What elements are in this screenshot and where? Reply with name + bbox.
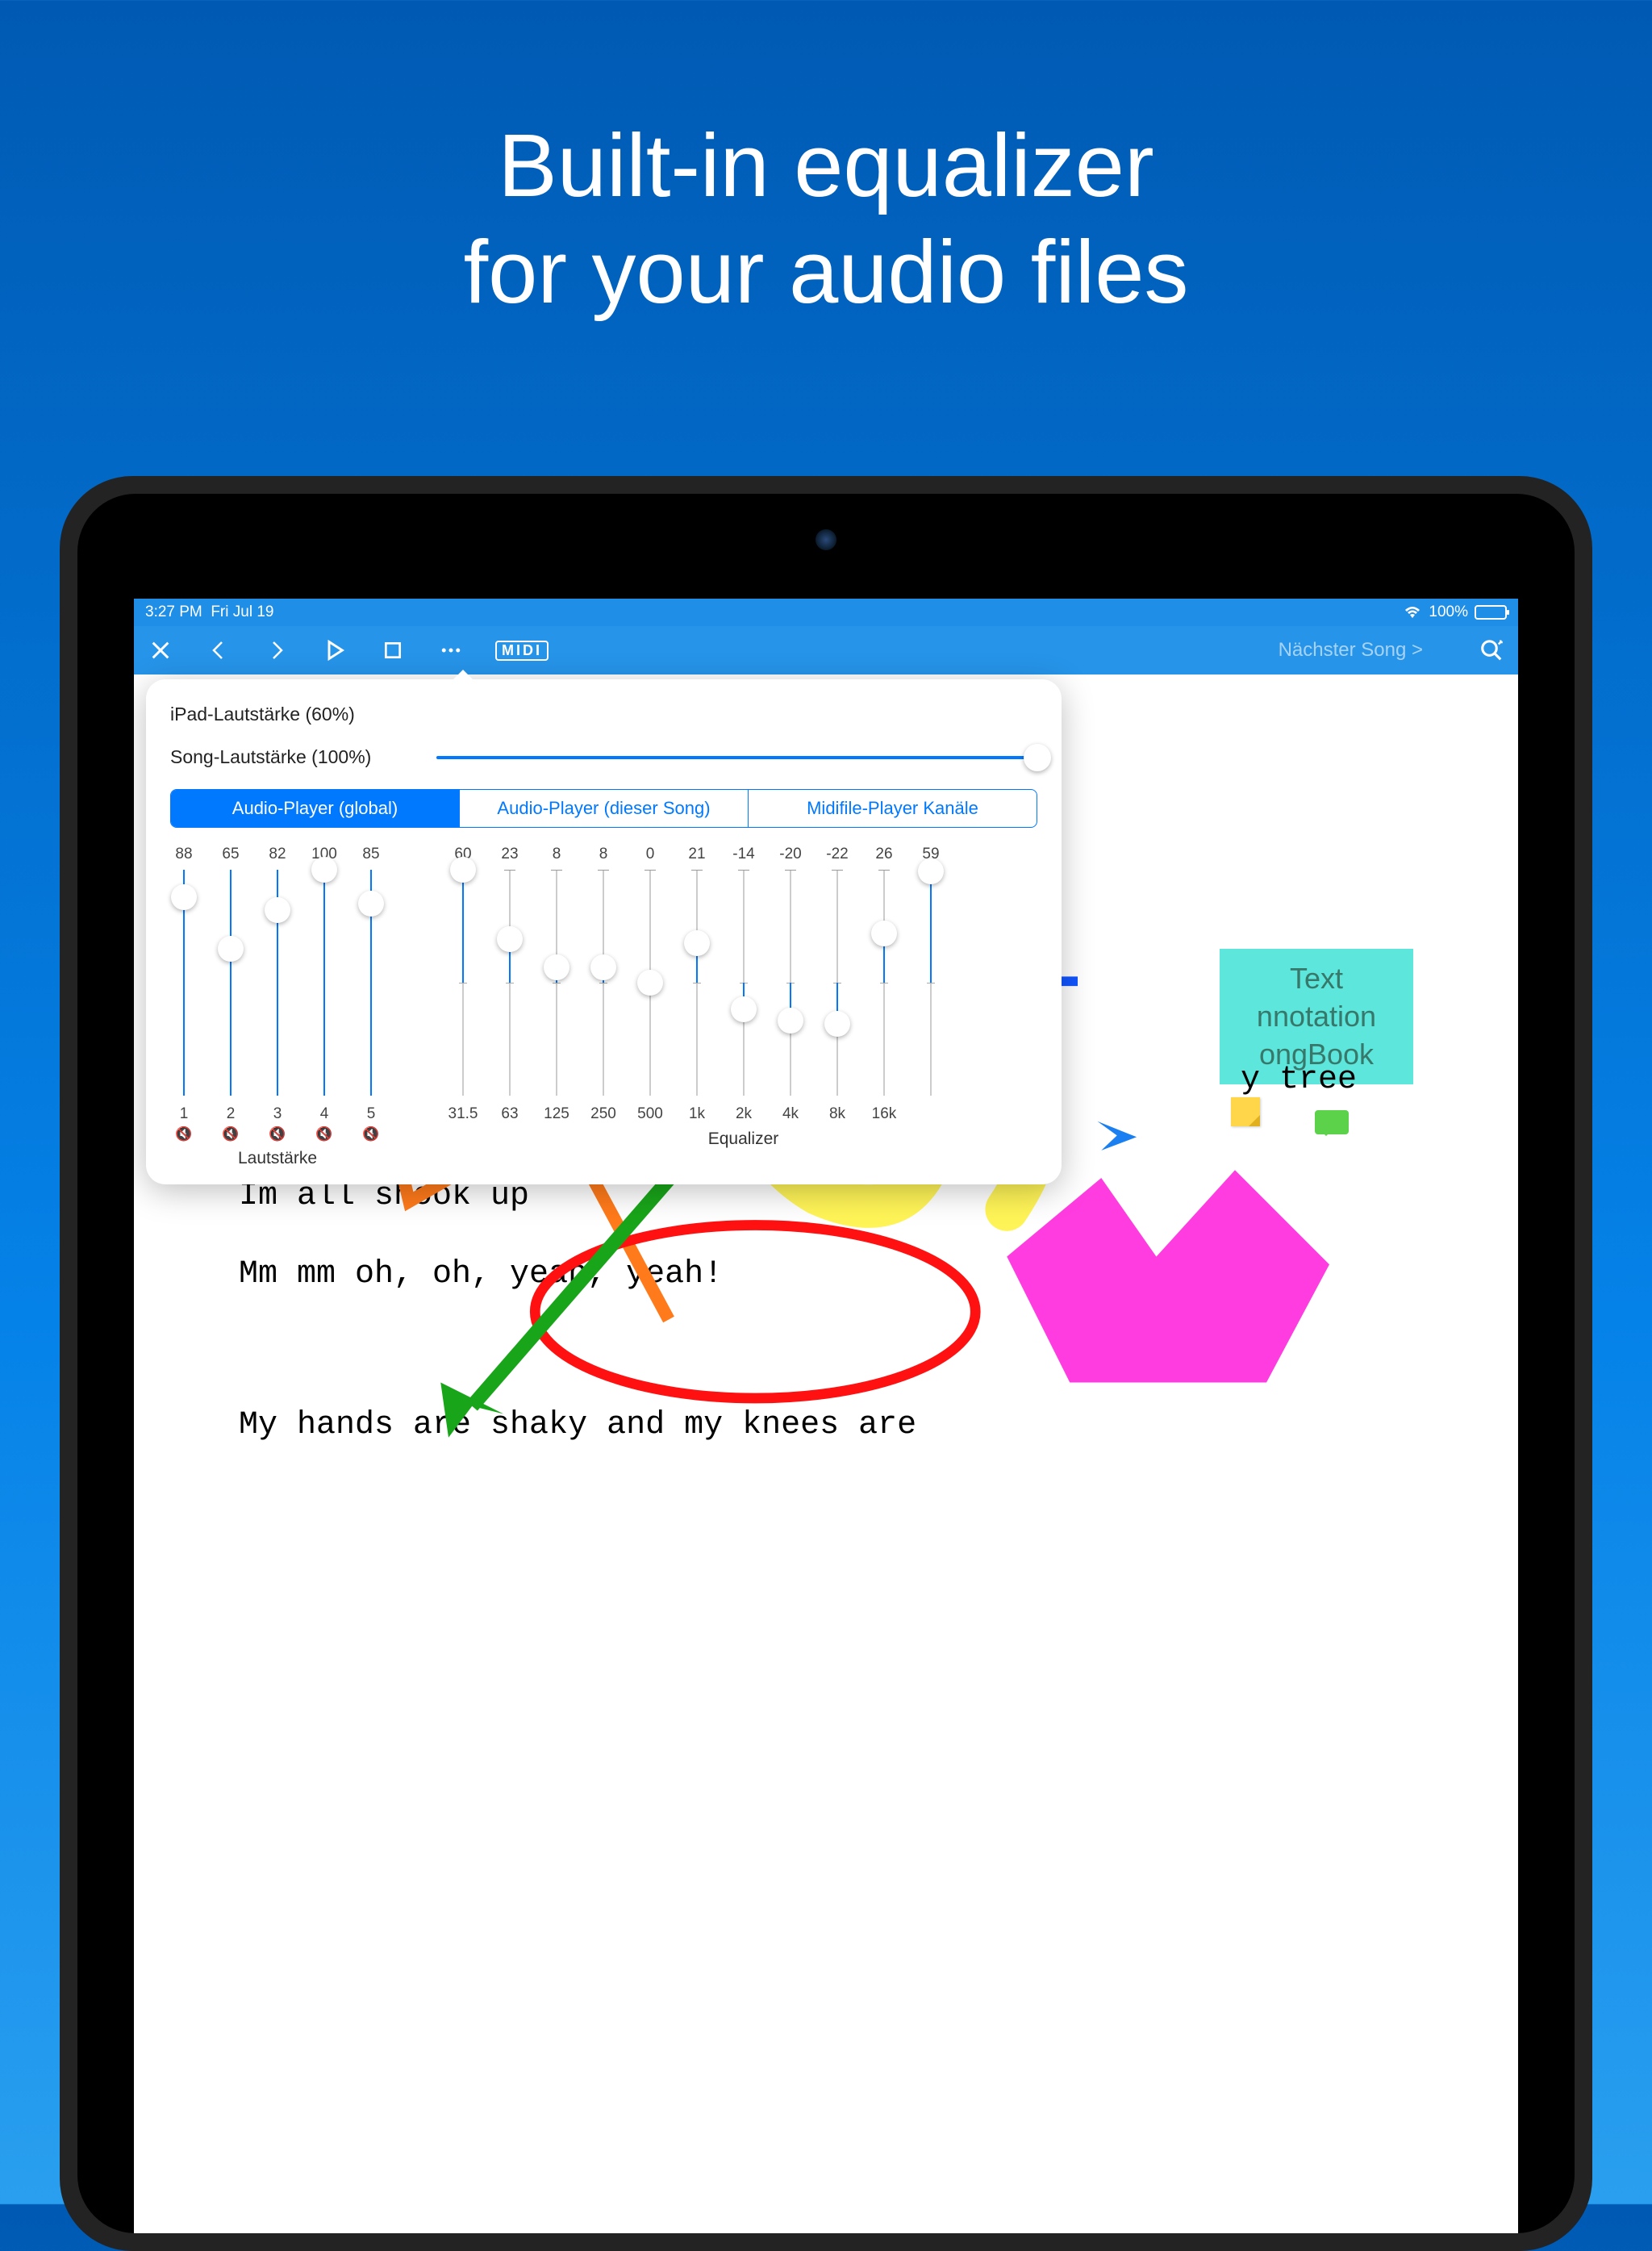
eq-slider-250[interactable]: 8 250 bbox=[590, 846, 617, 1123]
slider-value: -20 bbox=[779, 846, 801, 863]
slider-label: 1 bbox=[180, 1105, 189, 1123]
song-volume-label: Song-Lautstärke (100%) bbox=[170, 746, 436, 768]
mute-icon[interactable]: 🔇 bbox=[222, 1126, 239, 1142]
mute-icon[interactable]: 🔇 bbox=[362, 1126, 379, 1142]
eq-slider-8k[interactable]: -22 8k bbox=[824, 846, 851, 1123]
song-volume-slider[interactable] bbox=[436, 756, 1037, 759]
eq-slider-125[interactable]: 8 125 bbox=[543, 846, 570, 1123]
statusbar: 3:27 PM Fri Jul 19 100% bbox=[134, 599, 1518, 626]
segment-audio-song[interactable]: Audio-Player (dieser Song) bbox=[460, 790, 749, 827]
segment-audio-global[interactable]: Audio-Player (global) bbox=[171, 790, 460, 827]
volume-group-caption: Lautstärke bbox=[170, 1149, 385, 1168]
sticky-note-icon[interactable] bbox=[1231, 1097, 1260, 1126]
next-button[interactable] bbox=[263, 637, 290, 664]
headline: Built-in equalizer for your audio files bbox=[0, 0, 1652, 326]
slider-value: 85 bbox=[362, 846, 379, 863]
slider-value: 26 bbox=[875, 846, 892, 863]
slider-value: 0 bbox=[646, 846, 655, 863]
tablet-frame: 3:27 PM Fri Jul 19 100% bbox=[60, 476, 1592, 2251]
statusbar-time: 3:27 PM Fri Jul 19 bbox=[145, 603, 273, 621]
slider-value: 8 bbox=[553, 846, 561, 863]
midi-badge[interactable]: MIDI bbox=[495, 641, 549, 661]
camera-icon bbox=[816, 529, 836, 550]
player-segment-control: Audio-Player (global) Audio-Player (dies… bbox=[170, 789, 1037, 828]
toolbar: MIDI Nächster Song > bbox=[134, 626, 1518, 674]
volume-slider-3[interactable]: 82 3 🔇 bbox=[264, 846, 291, 1142]
slider-value: 82 bbox=[269, 846, 286, 863]
volume-slider-4[interactable]: 1004🔇 bbox=[311, 846, 338, 1142]
slider-label: 63 bbox=[501, 1105, 518, 1123]
segment-midifile[interactable]: Midifile-Player Kanäle bbox=[749, 790, 1037, 827]
eq-slider-31.5[interactable]: 6031.5 bbox=[449, 846, 477, 1123]
slider-value: -14 bbox=[732, 846, 754, 863]
slider-value: 88 bbox=[175, 846, 192, 863]
stop-button[interactable] bbox=[379, 637, 407, 664]
eq-slider-16k[interactable]: 26 16k bbox=[870, 846, 898, 1123]
close-button[interactable] bbox=[147, 637, 174, 664]
eq-slider-[interactable]: 59 bbox=[917, 846, 945, 1123]
lyric-line-5: My hands are shaky and my knees are bbox=[239, 1407, 1518, 1443]
equalizer-popover: iPad-Lautstärke (60%) Song-Lautstärke (1… bbox=[146, 679, 1062, 1184]
slider-value: 65 bbox=[222, 846, 239, 863]
prev-button[interactable] bbox=[205, 637, 232, 664]
search-button[interactable] bbox=[1478, 637, 1505, 664]
eq-slider-4k[interactable]: -20 4k bbox=[777, 846, 804, 1123]
slider-label: 4 bbox=[320, 1105, 329, 1123]
equalizer-slider-group: 6031.5 23 63 8 125 8 250 0 500 21 1k -14 2k -20 4k -22 8… bbox=[449, 846, 1037, 1123]
chat-bubble-icon[interactable] bbox=[1315, 1110, 1349, 1134]
lyric-fragment-tree: y tree bbox=[1241, 1062, 1357, 1098]
slider-value: 21 bbox=[688, 846, 705, 863]
slider-label: 3 bbox=[273, 1105, 282, 1123]
mute-icon[interactable]: 🔇 bbox=[175, 1126, 192, 1142]
volume-slider-2[interactable]: 65 2 🔇 bbox=[217, 846, 244, 1142]
slider-label: 500 bbox=[637, 1105, 663, 1123]
next-song-button[interactable]: Nächster Song > bbox=[1279, 639, 1423, 662]
wifi-icon bbox=[1403, 605, 1422, 620]
volume-slider-group: 881🔇652🔇823🔇1004🔇855🔇 bbox=[170, 846, 385, 1142]
slider-label: 250 bbox=[590, 1105, 616, 1123]
slider-label: 16k bbox=[872, 1105, 897, 1123]
eq-slider-63[interactable]: 23 63 bbox=[496, 846, 524, 1123]
screen: 3:27 PM Fri Jul 19 100% bbox=[134, 599, 1518, 2233]
ipad-volume-label: iPad-Lautstärke (60%) bbox=[170, 704, 436, 725]
lyric-line-4: Mm mm oh, oh, yeah, yeah! bbox=[239, 1256, 1518, 1293]
slider-label: 4k bbox=[782, 1105, 799, 1123]
eq-slider-500[interactable]: 0 500 bbox=[636, 846, 664, 1123]
slider-label: 5 bbox=[367, 1105, 376, 1123]
slider-value: 23 bbox=[501, 846, 518, 863]
slider-label: 2k bbox=[736, 1105, 752, 1123]
slider-value: -22 bbox=[826, 846, 848, 863]
equalizer-group-caption: Equalizer bbox=[449, 1130, 1037, 1149]
slider-label: 2 bbox=[227, 1105, 236, 1123]
slider-label: 125 bbox=[544, 1105, 569, 1123]
volume-slider-5[interactable]: 85 5 🔇 bbox=[357, 846, 385, 1142]
eq-slider-2k[interactable]: -14 2k bbox=[730, 846, 757, 1123]
play-button[interactable] bbox=[321, 637, 348, 664]
slider-value: 8 bbox=[599, 846, 608, 863]
slider-label: 8k bbox=[829, 1105, 845, 1123]
more-button[interactable] bbox=[437, 637, 465, 664]
eq-slider-1k[interactable]: 21 1k bbox=[683, 846, 711, 1123]
mute-icon[interactable]: 🔇 bbox=[315, 1126, 332, 1142]
slider-label: 31.5 bbox=[448, 1105, 478, 1123]
battery-pct: 100% bbox=[1429, 603, 1468, 621]
mute-icon[interactable]: 🔇 bbox=[269, 1126, 286, 1142]
popover-caret bbox=[448, 670, 478, 684]
statusbar-right: 100% bbox=[1403, 603, 1507, 621]
battery-icon bbox=[1475, 605, 1507, 620]
volume-slider-1[interactable]: 88 1 🔇 bbox=[170, 846, 198, 1142]
slider-label: 1k bbox=[689, 1105, 705, 1123]
